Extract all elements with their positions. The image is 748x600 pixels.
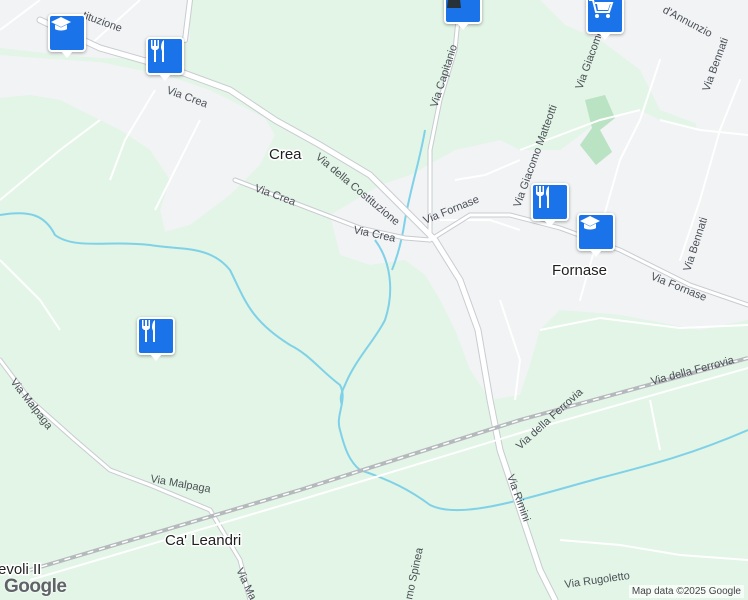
store-icon [447,0,461,8]
shopping-cart-icon [589,0,614,18]
restaurant-marker-fornase[interactable] [531,183,569,227]
google-logo: Google [4,576,67,597]
restaurant-icon [151,40,164,62]
restaurant-icon [536,186,549,208]
restaurant-icon [142,320,155,342]
school-marker-fornase[interactable] [577,213,615,257]
restaurant-marker[interactable] [146,37,184,81]
restaurant-marker-south[interactable] [137,317,175,361]
map-layer: tituzione Via Crea Via della Costituzion… [0,0,748,600]
place-label-ca-leandri: Ca' Leandri [165,532,241,549]
school-marker[interactable] [48,14,86,58]
store-marker-top[interactable] [444,0,482,30]
place-label-crea: Crea [269,146,302,163]
school-icon [580,216,600,230]
shopping-marker[interactable] [586,0,624,40]
map-attribution[interactable]: Map data ©2025 Google [628,585,744,598]
map-canvas[interactable]: tituzione Via Crea Via della Costituzion… [0,0,748,600]
school-icon [51,17,71,31]
place-label-fornase: Fornase [552,262,607,279]
